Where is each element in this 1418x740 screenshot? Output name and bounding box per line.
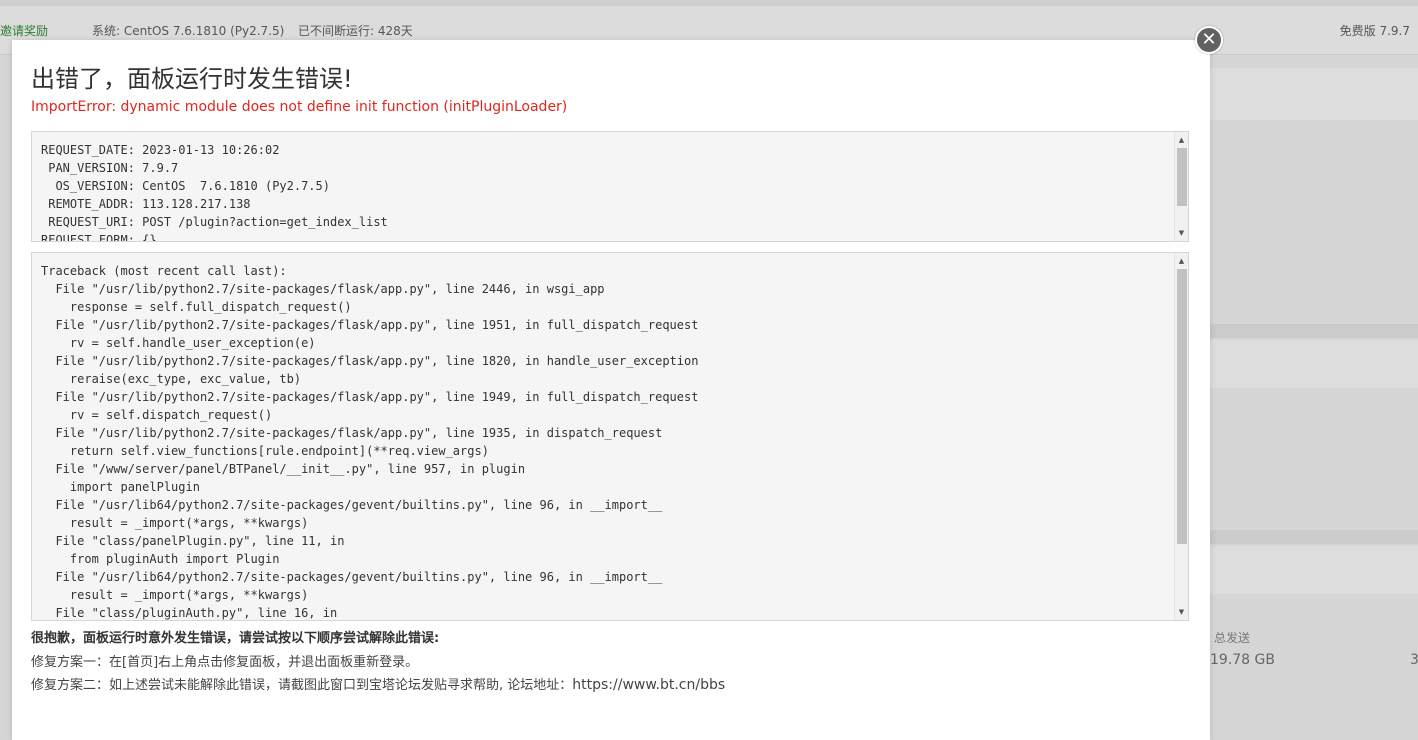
system-label: 系统: [92,24,121,38]
request-info-box[interactable]: REQUEST_DATE: 2023-01-13 10:26:02 PAN_VE… [31,131,1189,242]
traceback-scrollbar[interactable]: ▲ ▼ [1174,253,1188,620]
edition-info[interactable]: 免费版 7.9.7 [1340,22,1410,39]
scroll-up-arrow-icon[interactable]: ▲ [1175,256,1188,266]
scroll-thumb[interactable] [1177,148,1187,206]
fix-step-2-text: 修复方案二：如上述尝试未能解除此错误，请截图此窗口到宝塔论坛发贴寻求帮助, 论坛… [31,678,573,693]
uptime-info: 已不间断运行: 428天 [298,24,413,38]
fix-step-1: 修复方案一：在[首页]右上角点击修复面板，并退出面板重新登录。 [31,655,419,670]
error-message: ImportError: dynamic module does not def… [31,99,568,115]
edition-version: 7.9.7 [1379,24,1410,38]
traceback-text: Traceback (most recent call last): File … [41,264,699,620]
fix-title: 很抱歉，面板运行时意外发生错误，请尝试按以下顺序尝试解除此错误: [31,631,440,646]
error-dialog: 出错了，面板运行时发生错误! ImportError: dynamic modu… [12,40,1210,740]
scroll-up-arrow-icon[interactable]: ▲ [1175,135,1188,145]
background-divider [1210,530,1418,544]
close-icon[interactable]: ✕ [1195,26,1223,54]
scroll-down-arrow-icon[interactable]: ▼ [1175,607,1188,617]
scroll-thumb[interactable] [1177,269,1187,544]
traceback-box[interactable]: Traceback (most recent call last): File … [31,252,1189,621]
fix-step-2: 修复方案二：如上述尝试未能解除此错误，请截图此窗口到宝塔论坛发贴寻求帮助, 论坛… [31,674,725,693]
forum-link[interactable]: https://www.bt.cn/bbs [572,677,725,693]
background-card [1210,546,1418,594]
scroll-down-arrow-icon[interactable]: ▼ [1175,228,1188,238]
dialog-title: 出错了，面板运行时发生错误! [31,65,353,93]
background-card [1210,68,1418,120]
invite-reward-link[interactable]: 邀请奖励 [0,22,48,39]
background-card [1210,340,1418,388]
request-info-text: REQUEST_DATE: 2023-01-13 10:26:02 PAN_VE… [41,143,388,242]
total-send-label: 总发送 [1214,631,1251,645]
system-value: CentOS 7.6.1810 (Py2.7.5) [123,24,285,38]
total-send-value: 19.78 GB [1210,652,1275,668]
edition-label: 免费版 [1339,24,1376,38]
total-send-extra: 3 [1410,652,1418,668]
system-info: 系统: CentOS 7.6.1810 (Py2.7.5) [92,22,284,39]
background-divider [1210,324,1418,338]
request-info-scrollbar[interactable]: ▲ ▼ [1174,132,1188,241]
topbar-strip [0,0,1418,6]
